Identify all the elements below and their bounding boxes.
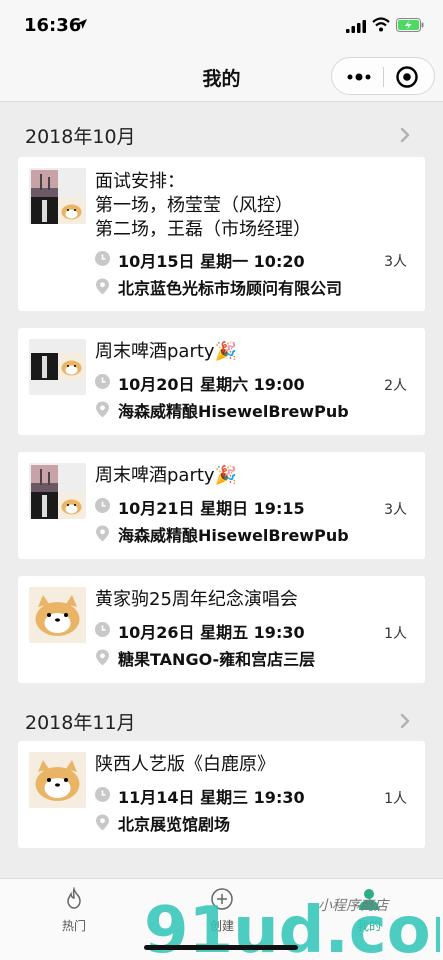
event-title: 周末啤酒party🎉 (95, 341, 237, 362)
tab-label: 创建 (209, 919, 234, 933)
avatar-dog-icon (58, 197, 85, 224)
status-time: 16:36 (24, 15, 82, 36)
more-menu-button[interactable] (344, 68, 374, 86)
participant-count: 3人 (384, 502, 407, 518)
event-title-line: 第一场，杨莹莹（风控） (95, 195, 293, 216)
clock-icon (95, 787, 110, 802)
participant-count: 2人 (384, 378, 407, 394)
avatar-sunset-icon (31, 465, 58, 492)
avatar-sunset-icon (31, 170, 58, 197)
participant-avatars (29, 168, 86, 224)
chevron-right-icon (400, 713, 410, 729)
navigation-bar: 我的 (0, 52, 443, 102)
event-title: 陕西人艺版《白鹿原》 (95, 754, 275, 775)
participant-avatar (29, 752, 86, 808)
event-datetime: 10月21日 星期日 19:15 (118, 499, 305, 518)
status-bar: 16:36 (0, 0, 443, 52)
month-header-november[interactable]: 2018年11月 (0, 700, 443, 740)
location-pin-icon (96, 649, 109, 666)
capsule-divider (383, 67, 384, 87)
event-datetime: 10月15日 星期一 10:20 (118, 252, 305, 271)
event-location: 海森威精酿HisewelBrewPub (118, 402, 349, 421)
person-icon (359, 889, 379, 910)
participant-avatar (29, 587, 86, 643)
month-label: 2018年11月 (25, 712, 136, 734)
month-label: 2018年10月 (25, 126, 136, 148)
location-arrow-icon (77, 19, 87, 29)
clock-icon (95, 498, 110, 513)
participant-avatars (29, 339, 86, 395)
location-pin-icon (96, 525, 109, 542)
event-card[interactable]: 陕西人艺版《白鹿原》 11月14日 星期三 19:30 北京展览馆剧场 1人 (18, 741, 425, 848)
month-header-october[interactable]: 2018年10月 (0, 114, 443, 154)
avatar-dark-light-icon (31, 492, 58, 519)
participant-avatars (29, 463, 86, 519)
event-card[interactable]: 周末啤酒party🎉 10月21日 星期日 19:15 海森威精酿Hisewel… (18, 452, 425, 559)
chevron-right-icon (400, 127, 410, 143)
plus-circle-icon (211, 888, 233, 910)
event-datetime: 11月14日 星期三 19:30 (118, 788, 305, 807)
location-pin-icon (96, 401, 109, 418)
event-location: 糖果TANGO-雍和宫店三层 (118, 650, 316, 669)
participant-count: 1人 (384, 791, 407, 807)
event-location: 海森威精酿HisewelBrewPub (118, 526, 349, 545)
event-datetime: 10月20日 星期六 19:00 (118, 375, 305, 394)
clock-icon (95, 251, 110, 266)
tab-label: 热门 (61, 919, 86, 933)
avatar-dog-icon (58, 492, 85, 519)
participant-count: 1人 (384, 626, 407, 642)
tab-mine[interactable]: 我的 (339, 887, 399, 934)
clock-icon (95, 622, 110, 637)
cellular-signal-icon (346, 20, 366, 33)
location-pin-icon (96, 814, 109, 831)
location-pin-icon (96, 278, 109, 295)
tab-hot[interactable]: 热门 (44, 886, 104, 934)
flame-icon (67, 886, 81, 909)
mini-program-capsule (331, 57, 435, 95)
avatar-dog-icon (58, 353, 85, 380)
event-datetime: 10月26日 星期五 19:30 (118, 623, 305, 642)
event-location: 北京展览馆剧场 (118, 815, 231, 834)
event-title: 周末啤酒party🎉 (95, 465, 237, 486)
event-card[interactable]: 周末啤酒party🎉 10月20日 星期六 19:00 海森威精酿Hisewel… (18, 328, 425, 435)
avatar-dark-light-icon (31, 353, 58, 380)
event-title-line: 面试安排： (95, 171, 185, 192)
avatar-dark-light-icon (31, 197, 58, 224)
battery-charging-icon (396, 18, 424, 32)
tab-create[interactable]: 创建 (192, 887, 252, 934)
event-title-line: 第二场，王磊（市场经理） (95, 219, 311, 240)
home-indicator (144, 945, 298, 950)
avatar-dog-icon (29, 587, 86, 643)
close-mini-program-button[interactable] (395, 65, 419, 89)
participant-count: 3人 (384, 254, 407, 270)
wifi-icon (372, 17, 390, 32)
event-card[interactable]: 面试安排： 第一场，杨莹莹（风控） 第二场，王磊（市场经理） 10月15日 星期… (18, 157, 425, 311)
clock-icon (95, 374, 110, 389)
event-title: 黄家驹25周年纪念演唱会 (95, 589, 298, 610)
avatar-dog-icon (29, 752, 86, 808)
event-location: 北京蓝色光标市场顾问有限公司 (118, 279, 343, 298)
tab-label: 我的 (356, 919, 381, 933)
event-card[interactable]: 黄家驹25周年纪念演唱会 10月26日 星期五 19:30 糖果TANGO-雍和… (18, 576, 425, 683)
